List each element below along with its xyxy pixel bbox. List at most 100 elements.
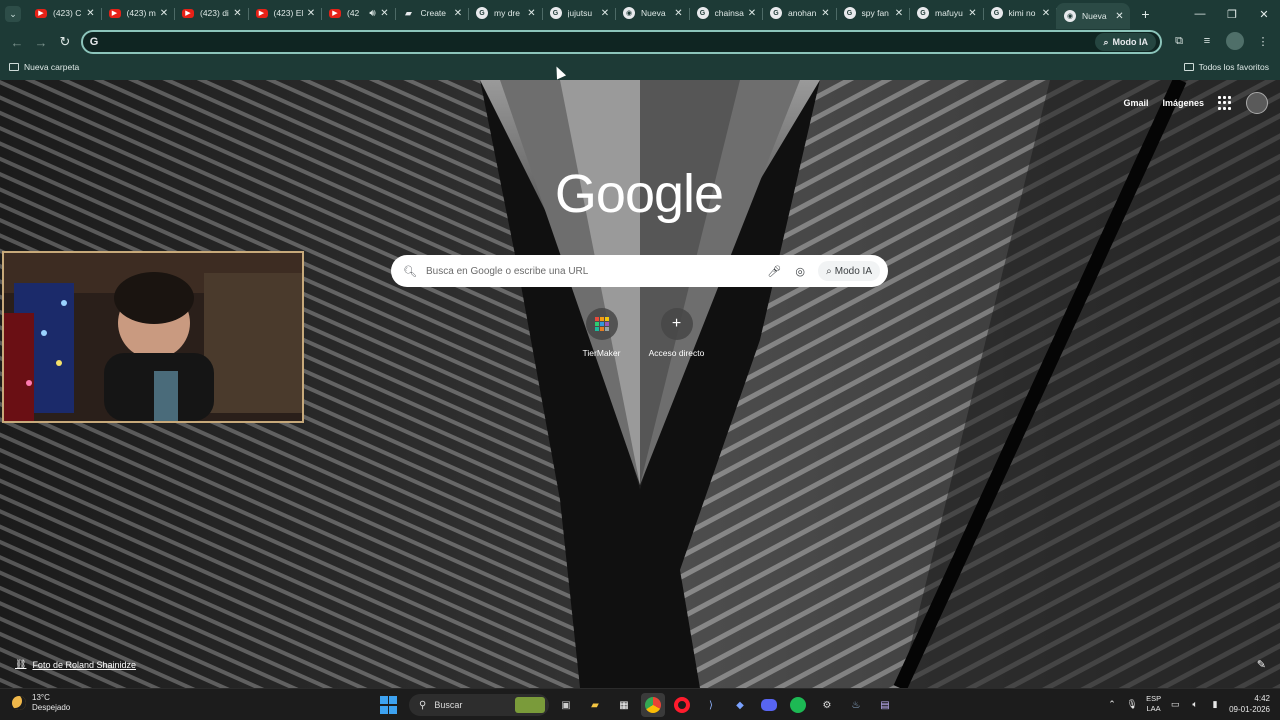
modo-ia-button[interactable]: ⌕ Modo IA bbox=[1095, 33, 1156, 51]
minimize-button[interactable]: — bbox=[1184, 0, 1216, 28]
close-tab-icon[interactable]: ✕ bbox=[379, 8, 391, 19]
microsoft-store-icon[interactable]: ▦ bbox=[612, 693, 636, 717]
images-link[interactable]: Imágenes bbox=[1162, 98, 1204, 108]
windows-taskbar: 13°C Despejado ⚲ Buscar ▣ ▰ ▦ ⟩ ◆ ⚙︎ ♨︎ bbox=[0, 688, 1280, 720]
steam-icon[interactable]: ♨︎ bbox=[844, 693, 868, 717]
tab[interactable]: Gjujutsu ✕ bbox=[542, 1, 616, 25]
speaker-icon[interactable]: 🔊︎ bbox=[367, 8, 379, 19]
maximize-button[interactable]: ❐ bbox=[1216, 0, 1248, 28]
system-tray: ⌃ 🎙︎ ESP LAA ▭ 🔈︎ ▮ 4:42 09-01-2026 bbox=[1106, 693, 1270, 715]
tab[interactable]: ▶ (423) m ✕ bbox=[101, 1, 175, 25]
close-tab-icon[interactable]: ✕ bbox=[893, 8, 905, 19]
tab-label: jujutsu bbox=[567, 8, 593, 18]
close-tab-icon[interactable]: ✕ bbox=[1114, 11, 1126, 22]
diamond-app-icon[interactable]: ◆ bbox=[728, 693, 752, 717]
tab[interactable]: ▶ (423) El ✕ bbox=[248, 1, 322, 25]
google-icon: G bbox=[770, 7, 782, 19]
search-input[interactable] bbox=[426, 261, 767, 281]
moon-icon bbox=[12, 696, 26, 710]
tab[interactable]: Gchainsa ✕ bbox=[689, 1, 763, 25]
shortcut-tiermaker[interactable]: TierMaker bbox=[573, 308, 630, 358]
tab[interactable]: ▶ (423) C ✕ bbox=[27, 1, 102, 25]
battery-icon[interactable]: ▮ bbox=[1209, 698, 1221, 710]
shortcut-label: TierMaker bbox=[582, 348, 621, 358]
tab[interactable]: ▶ (42 🔊︎ ✕ bbox=[321, 1, 396, 25]
tab[interactable]: Gkimi no ✕ bbox=[983, 1, 1057, 25]
opera-icon[interactable] bbox=[670, 693, 694, 717]
tab[interactable]: ▶ (423) di ✕ bbox=[174, 1, 249, 25]
bookmark-folder-nueva-carpeta[interactable]: Nueva carpeta bbox=[9, 62, 79, 72]
volume-icon[interactable]: 🔈︎ bbox=[1189, 698, 1201, 710]
shortcuts: TierMaker + Acceso directo bbox=[573, 308, 705, 358]
tab[interactable]: ▰ Create ✕ bbox=[395, 1, 469, 25]
tab-strip: ⌄ ▶ (423) C ✕ ▶ (423) m ✕ ▶ (423) di ✕ ▶ (423) El ✕… bbox=[0, 0, 1280, 29]
task-view-icon[interactable]: ▣ bbox=[554, 693, 578, 717]
account-avatar[interactable] bbox=[1246, 92, 1268, 114]
close-tab-icon[interactable]: ✕ bbox=[820, 8, 832, 19]
close-tab-icon[interactable]: ✕ bbox=[526, 8, 538, 19]
ntp-search-box[interactable]: 🔍︎ 🎤︎ ◎ ⌕ Modo IA bbox=[391, 255, 888, 287]
google-icon: G bbox=[990, 7, 1003, 19]
app-window-icon[interactable]: ▤ bbox=[873, 693, 897, 717]
google-lens-icon[interactable]: ◎ bbox=[792, 263, 808, 279]
microphone-icon[interactable]: 🎙︎ bbox=[1126, 698, 1138, 710]
bookmark-label: Todos los favoritos bbox=[1198, 62, 1269, 72]
photo-credit-link[interactable]: ⛓︎ Foto de Roland Shainidze bbox=[15, 659, 136, 670]
back-button[interactable]: ← bbox=[6, 31, 28, 53]
new-tab-button[interactable]: + bbox=[1136, 4, 1156, 24]
language-indicator[interactable]: ESP LAA bbox=[1146, 694, 1161, 714]
taskbar-search[interactable]: ⚲ Buscar bbox=[409, 694, 549, 716]
tab[interactable]: Gmafuyu ✕ bbox=[909, 1, 984, 25]
tab[interactable]: Gmy dre ✕ bbox=[468, 1, 543, 25]
tab-label: (423) di bbox=[200, 8, 229, 18]
forward-button[interactable]: → bbox=[30, 31, 52, 53]
shortcut-add[interactable]: + Acceso directo bbox=[648, 308, 705, 358]
close-tab-icon[interactable]: ✕ bbox=[305, 8, 317, 19]
profile-avatar[interactable] bbox=[1226, 32, 1244, 50]
close-window-button[interactable]: ✕ bbox=[1248, 0, 1280, 28]
search-icon: 🔍︎ bbox=[403, 265, 417, 278]
modo-ia-search-button[interactable]: ⌕ Modo IA bbox=[818, 261, 880, 281]
tab-label: chainsa bbox=[714, 8, 744, 18]
tab-active[interactable]: ◉ Nueva ✕ bbox=[1056, 3, 1130, 29]
address-input[interactable] bbox=[107, 33, 1096, 51]
close-tab-icon[interactable]: ✕ bbox=[673, 8, 685, 19]
media-controls-icon[interactable]: ≡ bbox=[1198, 32, 1216, 50]
weather-widget[interactable]: 13°C Despejado bbox=[12, 693, 70, 713]
tab-search-button[interactable]: ⌄ bbox=[5, 6, 21, 22]
address-bar[interactable]: G ⌕ Modo IA bbox=[81, 30, 1162, 54]
microphone-icon[interactable]: 🎤︎ bbox=[766, 263, 782, 279]
gmail-link[interactable]: Gmail bbox=[1123, 98, 1148, 108]
ai-search-icon: ⌕ bbox=[826, 265, 832, 277]
customize-pencil-icon[interactable]: ✎ bbox=[1257, 658, 1266, 671]
close-tab-icon[interactable]: ✕ bbox=[158, 8, 170, 19]
discord-icon[interactable] bbox=[757, 693, 781, 717]
close-tab-icon[interactable]: ✕ bbox=[967, 8, 979, 19]
tab-label: Create bbox=[420, 8, 447, 18]
close-tab-icon[interactable]: ✕ bbox=[599, 8, 611, 19]
spotify-icon[interactable] bbox=[786, 693, 810, 717]
windows-start-icon[interactable] bbox=[380, 696, 398, 714]
bookmarks-bar: Nueva carpeta Todos los favoritos bbox=[0, 56, 1280, 78]
close-tab-icon[interactable]: ✕ bbox=[85, 8, 97, 19]
close-tab-icon[interactable]: ✕ bbox=[1040, 8, 1052, 19]
bookmark-folder-all-favorites[interactable]: Todos los favoritos bbox=[1183, 62, 1269, 72]
network-icon[interactable]: ▭ bbox=[1169, 698, 1181, 710]
reload-button[interactable]: ↻ bbox=[54, 31, 76, 53]
close-tab-icon[interactable]: ✕ bbox=[746, 8, 758, 19]
chrome-icon[interactable] bbox=[641, 693, 665, 717]
chevron-up-icon[interactable]: ⌃ bbox=[1106, 698, 1118, 710]
close-tab-icon[interactable]: ✕ bbox=[232, 8, 244, 19]
google-apps-icon[interactable] bbox=[1218, 96, 1232, 110]
steam-controller-icon[interactable]: ⚙︎ bbox=[815, 693, 839, 717]
extensions-icon[interactable]: ⧉ bbox=[1170, 32, 1188, 50]
modo-ia-label: Modo IA bbox=[834, 265, 872, 277]
vscode-icon[interactable]: ⟩ bbox=[699, 693, 723, 717]
tab[interactable]: ◉ Nueva ✕ bbox=[615, 1, 690, 25]
tab[interactable]: Ganohan ✕ bbox=[762, 1, 837, 25]
menu-icon[interactable]: ⋮ bbox=[1254, 32, 1272, 50]
close-tab-icon[interactable]: ✕ bbox=[452, 8, 464, 19]
clock[interactable]: 4:42 09-01-2026 bbox=[1229, 693, 1270, 715]
tab[interactable]: Gspy fan ✕ bbox=[836, 1, 910, 25]
file-explorer-icon[interactable]: ▰ bbox=[583, 693, 607, 717]
